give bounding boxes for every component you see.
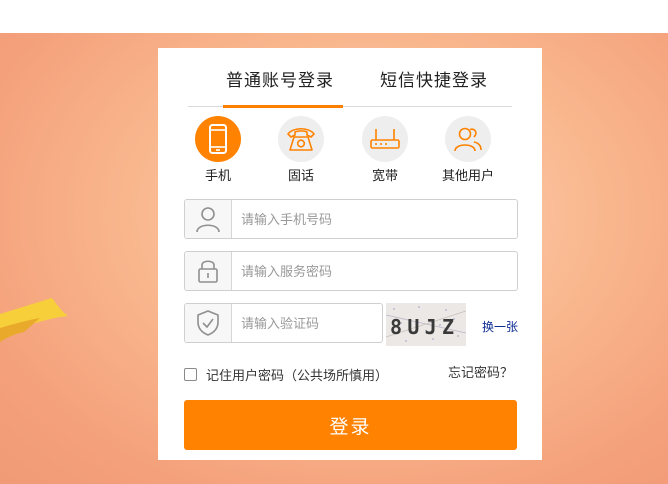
password-input[interactable]: [239, 261, 503, 283]
captcha-image[interactable]: 8UJZ: [386, 303, 466, 346]
tab-sms-login[interactable]: 短信快捷登录: [380, 66, 488, 91]
swap-captcha-link[interactable]: 换一张: [482, 318, 518, 335]
account-type-label: 固话: [287, 169, 314, 184]
remember-checkbox[interactable]: [184, 368, 197, 381]
account-type-broadband[interactable]: 宽带: [353, 116, 417, 184]
captcha-field: [184, 303, 383, 343]
remember-label: 记住用户密码（公共场所慎用）: [206, 369, 389, 384]
forgot-password-link[interactable]: 忘记密码？: [448, 362, 513, 381]
account-type-label: 宽带: [371, 169, 398, 184]
account-type-selector: 手机 固话 宽带 其他用户: [188, 116, 518, 186]
login-page: 普通账号登录 短信快捷登录 手机 固话 宽带 其他用户 请输入手机号码 请输入验…: [0, 0, 668, 484]
user-icon: [185, 200, 232, 238]
account-type-label: 其他用户: [441, 169, 494, 184]
captcha-input[interactable]: [239, 313, 373, 335]
login-card: 普通账号登录 短信快捷登录 手机 固话 宽带 其他用户 请输入手机号码 请输入验…: [158, 48, 542, 460]
account-type-other-users[interactable]: 其他用户: [436, 116, 500, 184]
remember-password: 记住用户密码（公共场所慎用）: [184, 365, 388, 384]
tab-account-login[interactable]: 普通账号登录: [226, 66, 334, 91]
account-type-landline[interactable]: 固话: [269, 116, 333, 184]
ribbon-decoration: [0, 298, 68, 342]
login-tabs: 普通账号登录 短信快捷登录: [188, 48, 512, 108]
telephone-icon: [278, 116, 324, 162]
active-tab-indicator: [223, 105, 343, 108]
mobile-phone-icon: [195, 116, 241, 162]
phone-field: [184, 199, 518, 239]
router-icon: [362, 116, 408, 162]
account-type-label: 手机: [204, 169, 231, 184]
users-icon: [445, 116, 491, 162]
lock-icon: [185, 252, 232, 290]
phone-input[interactable]: [239, 209, 503, 231]
account-type-mobile[interactable]: 手机: [186, 116, 250, 184]
password-field: [184, 251, 518, 291]
login-button[interactable]: 登录: [184, 400, 517, 450]
shield-check-icon: [185, 304, 232, 342]
